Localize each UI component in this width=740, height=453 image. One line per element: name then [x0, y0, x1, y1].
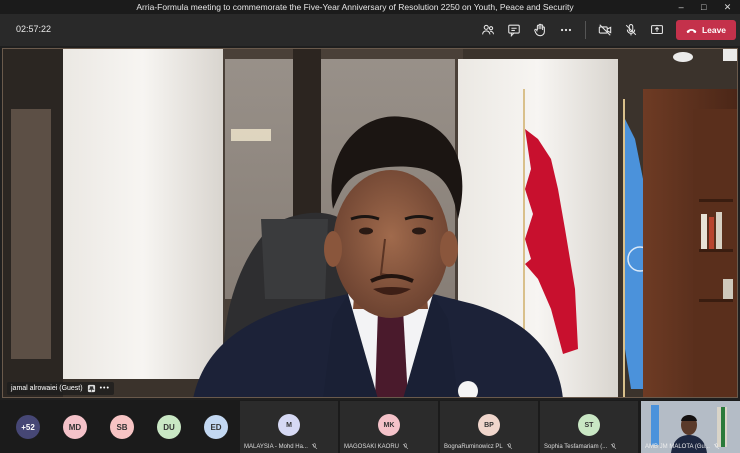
mic-off-icon [506, 443, 512, 450]
speaker-name-tag: jamal alrowaiei (Guest) ••• [7, 382, 114, 395]
speaker-more-options[interactable]: ••• [100, 385, 110, 392]
mic-off-icon [611, 443, 617, 450]
leave-label: Leave [701, 25, 727, 35]
speaker-name: jamal alrowaiei (Guest) [11, 385, 83, 392]
participant-video-tile[interactable]: AMB JM MALOTA (Gu... [641, 401, 740, 453]
raise-hand-icon[interactable] [527, 19, 553, 41]
participant-name: BognaRuminowicz PL [444, 443, 503, 450]
participant-strip: +52 MD SB DU ED M MALAYSIA - Mohd Ha... … [0, 400, 740, 453]
window-controls: – □ ✕ [670, 2, 740, 13]
participant-label: AMB JM MALOTA (Gu... [645, 443, 720, 450]
participant-label: MAGOSAKI KAORU [344, 443, 436, 450]
participant-avatar: ST [578, 414, 600, 436]
participant-avatar[interactable]: SB [110, 415, 134, 439]
leave-button[interactable]: Leave [676, 20, 736, 40]
more-participants-badge[interactable]: +52 [16, 415, 40, 439]
camera-off-icon[interactable] [592, 19, 618, 41]
window-title: Arria-Formula meeting to commemorate the… [136, 2, 574, 12]
participant-avatar[interactable]: ED [204, 415, 228, 439]
pin-icon[interactable] [87, 384, 96, 393]
participant-tile[interactable]: ST Sophia Tesfamariam (... [540, 401, 638, 453]
participant-avatar[interactable]: MD [63, 415, 87, 439]
chat-icon[interactable] [501, 19, 527, 41]
toolbar-controls: Leave [475, 19, 736, 41]
participant-tile[interactable]: BP BognaRuminowicz PL [440, 401, 538, 453]
meeting-toolbar: 02:57:22 Leave [0, 14, 740, 46]
toolbar-separator [585, 21, 586, 39]
participant-name: MAGOSAKI KAORU [344, 443, 400, 450]
close-icon[interactable]: ✕ [724, 2, 732, 13]
title-bar: Arria-Formula meeting to commemorate the… [0, 0, 740, 14]
meeting-timer: 02:57:22 [16, 24, 52, 34]
mic-off-icon [311, 443, 318, 450]
participant-avatar: BP [478, 414, 500, 436]
main-video[interactable]: jamal alrowaiei (Guest) ••• [2, 48, 738, 398]
participant-avatar[interactable]: DU [157, 415, 181, 439]
speaker-video-feed [3, 49, 737, 397]
mic-off-icon[interactable] [618, 19, 644, 41]
participant-avatar: MK [378, 414, 400, 436]
participant-avatar: M [278, 414, 300, 436]
participants-icon[interactable] [475, 19, 501, 41]
mic-off-icon [402, 443, 409, 450]
participant-name: Sophia Tesfamariam (... [544, 443, 608, 450]
more-icon[interactable] [553, 19, 579, 41]
phone-hangup-icon [686, 28, 697, 33]
minimize-icon[interactable]: – [679, 2, 684, 13]
participant-label: MALAYSIA - Mohd Ha... [244, 443, 336, 450]
participant-label: BognaRuminowicz PL [444, 443, 536, 450]
participant-tile[interactable]: M MALAYSIA - Mohd Ha... [240, 401, 338, 453]
share-icon[interactable] [644, 19, 670, 41]
maximize-icon[interactable]: □ [701, 2, 706, 13]
mic-off-icon [713, 443, 720, 450]
participant-name: MALAYSIA - Mohd Ha... [244, 443, 308, 450]
participant-tile[interactable]: MK MAGOSAKI KAORU [340, 401, 438, 453]
participant-name: AMB JM MALOTA (Gu... [645, 443, 710, 450]
participant-label: Sophia Tesfamariam (... [544, 443, 636, 450]
